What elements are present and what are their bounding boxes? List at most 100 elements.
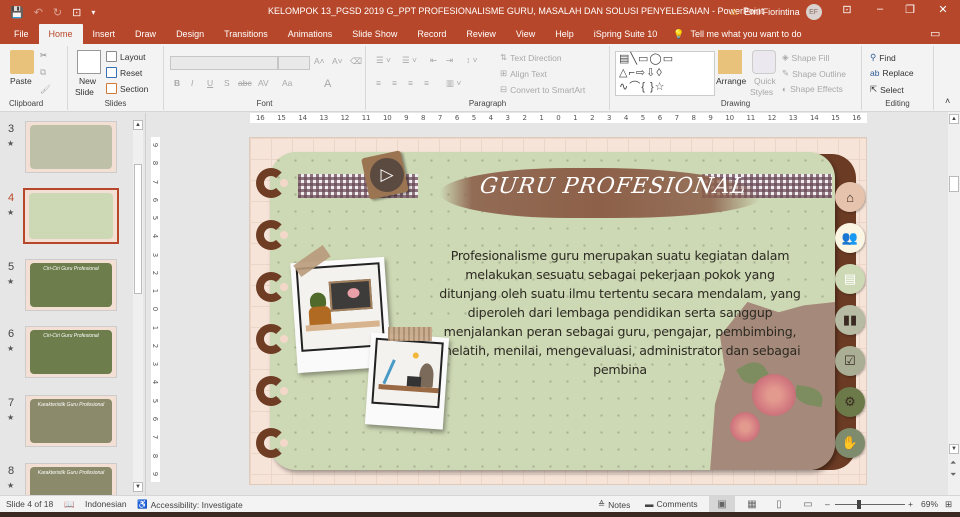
chart-nav-button[interactable]: ▮▮ xyxy=(835,305,865,335)
shape-fill-button[interactable]: ◈ Shape Fill xyxy=(782,52,829,63)
redo-icon[interactable]: ↻ xyxy=(53,6,62,19)
arrange-button[interactable]: Arrange xyxy=(716,76,746,86)
clear-formatting-icon[interactable]: ⌫ xyxy=(350,56,362,67)
text-direction-button[interactable]: ⇅ Text Direction xyxy=(500,52,562,63)
new-slide-icon[interactable] xyxy=(77,50,101,74)
tab-insert[interactable]: Insert xyxy=(83,24,126,44)
tab-view[interactable]: View xyxy=(506,24,545,44)
decrease-indent-icon[interactable]: ⇤ xyxy=(430,55,437,66)
arrange-icon[interactable] xyxy=(718,50,742,74)
line-spacing-icon[interactable]: ↕ ˅ xyxy=(466,55,478,65)
ribbon-display-options-icon[interactable]: ⊡ xyxy=(837,3,857,16)
tab-file[interactable]: File xyxy=(0,24,39,44)
thumbnail-image[interactable]: Ciri-Ciri Guru Profesional xyxy=(25,259,117,311)
zoom-slider-thumb[interactable] xyxy=(857,500,861,509)
collapse-ribbon-icon[interactable]: ˄ xyxy=(945,96,950,106)
new-slide-label-1[interactable]: New xyxy=(79,76,96,86)
user-area[interactable]: ⚠ Erni Fiorintina EF xyxy=(730,4,822,20)
tab-record[interactable]: Record xyxy=(407,24,456,44)
language-indicator[interactable]: Indonesian xyxy=(85,499,127,509)
font-size-combo[interactable] xyxy=(278,56,310,70)
minimize-icon[interactable]: – xyxy=(870,3,890,15)
tab-slide-show[interactable]: Slide Show xyxy=(342,24,407,44)
scroll-down-icon[interactable]: ▼ xyxy=(133,482,143,492)
select-button[interactable]: ⇱ Select xyxy=(870,84,904,95)
paste-icon[interactable] xyxy=(10,50,34,74)
copy-icon[interactable]: ⧉ xyxy=(40,67,46,78)
cut-icon[interactable]: ✂ xyxy=(40,50,47,61)
quick-styles-label-1[interactable]: Quick xyxy=(754,76,776,86)
hand-nav-button[interactable]: ✋ xyxy=(835,428,865,458)
decrease-font-icon[interactable]: A˅ xyxy=(332,56,343,66)
new-slide-label-2[interactable]: Slide xyxy=(75,87,94,97)
thumbnail-image[interactable]: Ciri-Ciri Guru Profesional xyxy=(25,326,117,378)
section-button[interactable]: Section xyxy=(106,83,148,94)
numbering-icon[interactable]: ☰ ˅ xyxy=(402,55,417,66)
underline-button[interactable]: U xyxy=(207,78,213,88)
align-right-icon[interactable]: ≡ xyxy=(408,78,413,88)
scroll-up-icon[interactable]: ▲ xyxy=(949,114,959,124)
scroll-thumb[interactable] xyxy=(949,176,959,192)
save-icon[interactable]: 💾 xyxy=(10,6,24,19)
slide-canvas[interactable]: GURU PROFESIONAL ▷ Profesionalisme guru … xyxy=(249,137,867,485)
font-color-button[interactable]: A xyxy=(324,78,331,90)
scroll-thumb[interactable] xyxy=(134,164,142,294)
home-nav-button[interactable]: ⌂ xyxy=(835,182,865,212)
tell-me-search[interactable]: 💡 Tell me what you want to do xyxy=(673,24,801,44)
accessibility-button[interactable]: ♿ Accessibility: Investigate xyxy=(137,499,243,510)
zoom-slider[interactable] xyxy=(835,500,905,509)
layout-button[interactable]: Layout xyxy=(106,51,146,62)
next-slide-icon[interactable]: ⏷ xyxy=(950,470,956,480)
slide-body-text[interactable]: Profesionalisme guru merupakan suatu keg… xyxy=(435,246,805,379)
close-icon[interactable]: ✕ xyxy=(933,3,953,16)
comments-pane-icon[interactable]: ▭ xyxy=(930,27,940,40)
align-left-icon[interactable]: ≡ xyxy=(376,78,381,88)
convert-smartart-button[interactable]: ⊟ Convert to SmartArt xyxy=(500,84,585,95)
comments-button[interactable]: ▬ Comments xyxy=(645,499,698,509)
shape-effects-button[interactable]: ◐ Shape Effects xyxy=(782,84,843,94)
avatar[interactable]: EF xyxy=(805,4,822,20)
slide-show-icon[interactable]: ▭ xyxy=(795,496,821,512)
tab-transitions[interactable]: Transitions xyxy=(214,24,278,44)
tab-ispring[interactable]: iSpring Suite 10 xyxy=(584,24,668,44)
play-button[interactable]: ▷ xyxy=(370,158,404,192)
font-name-combo[interactable] xyxy=(170,56,278,70)
tab-home[interactable]: Home xyxy=(38,24,83,44)
people-nav-button[interactable]: 👥 xyxy=(835,223,865,253)
comment-nav-button[interactable]: ▤ xyxy=(835,264,865,294)
scroll-up-icon[interactable]: ▲ xyxy=(133,120,143,130)
tab-review[interactable]: Review xyxy=(456,24,506,44)
gear-nav-button[interactable]: ⚙ xyxy=(835,387,865,417)
replace-button[interactable]: ab Replace xyxy=(870,68,914,78)
quick-styles-icon[interactable] xyxy=(752,50,776,74)
tab-design[interactable]: Design xyxy=(166,24,214,44)
thumbnail-image[interactable] xyxy=(23,188,119,244)
bullets-icon[interactable]: ☰ ˅ xyxy=(376,55,391,66)
italic-button[interactable]: I xyxy=(191,78,193,88)
notes-button[interactable]: ≙ Notes xyxy=(598,499,630,510)
character-spacing-button[interactable]: AV xyxy=(258,78,269,88)
reset-button[interactable]: Reset xyxy=(106,67,142,78)
columns-icon[interactable]: ▥ ˅ xyxy=(446,78,461,89)
shadow-button[interactable]: S xyxy=(224,78,230,88)
strikethrough-button[interactable]: abc xyxy=(238,78,252,88)
increase-font-icon[interactable]: A˄ xyxy=(314,56,325,66)
undo-icon[interactable]: ↶ xyxy=(34,6,43,19)
tab-animations[interactable]: Animations xyxy=(278,24,343,44)
tab-help[interactable]: Help xyxy=(545,24,584,44)
paste-button[interactable]: Paste xyxy=(10,76,32,86)
thumbnail-scrollbar[interactable]: ▲ ▼ xyxy=(133,120,143,492)
justify-icon[interactable]: ≡ xyxy=(424,78,429,88)
thumbnail-image[interactable]: Karakteristik Guru Profesional xyxy=(25,395,117,447)
find-button[interactable]: ⚲ Find xyxy=(870,52,896,63)
zoom-level[interactable]: 69% xyxy=(921,499,938,509)
bold-button[interactable]: B xyxy=(174,78,180,88)
restore-icon[interactable]: ❐ xyxy=(900,3,920,16)
normal-view-icon[interactable]: ▣ xyxy=(709,496,735,512)
zoom-in-icon[interactable]: + xyxy=(908,499,913,509)
quick-styles-label-2[interactable]: Styles xyxy=(750,87,773,97)
increase-indent-icon[interactable]: ⇥ xyxy=(446,55,453,66)
photo-student-laptop[interactable] xyxy=(364,332,450,430)
slide-sorter-icon[interactable]: ▦ xyxy=(739,496,765,512)
format-painter-icon[interactable]: 🖌 xyxy=(40,84,51,95)
